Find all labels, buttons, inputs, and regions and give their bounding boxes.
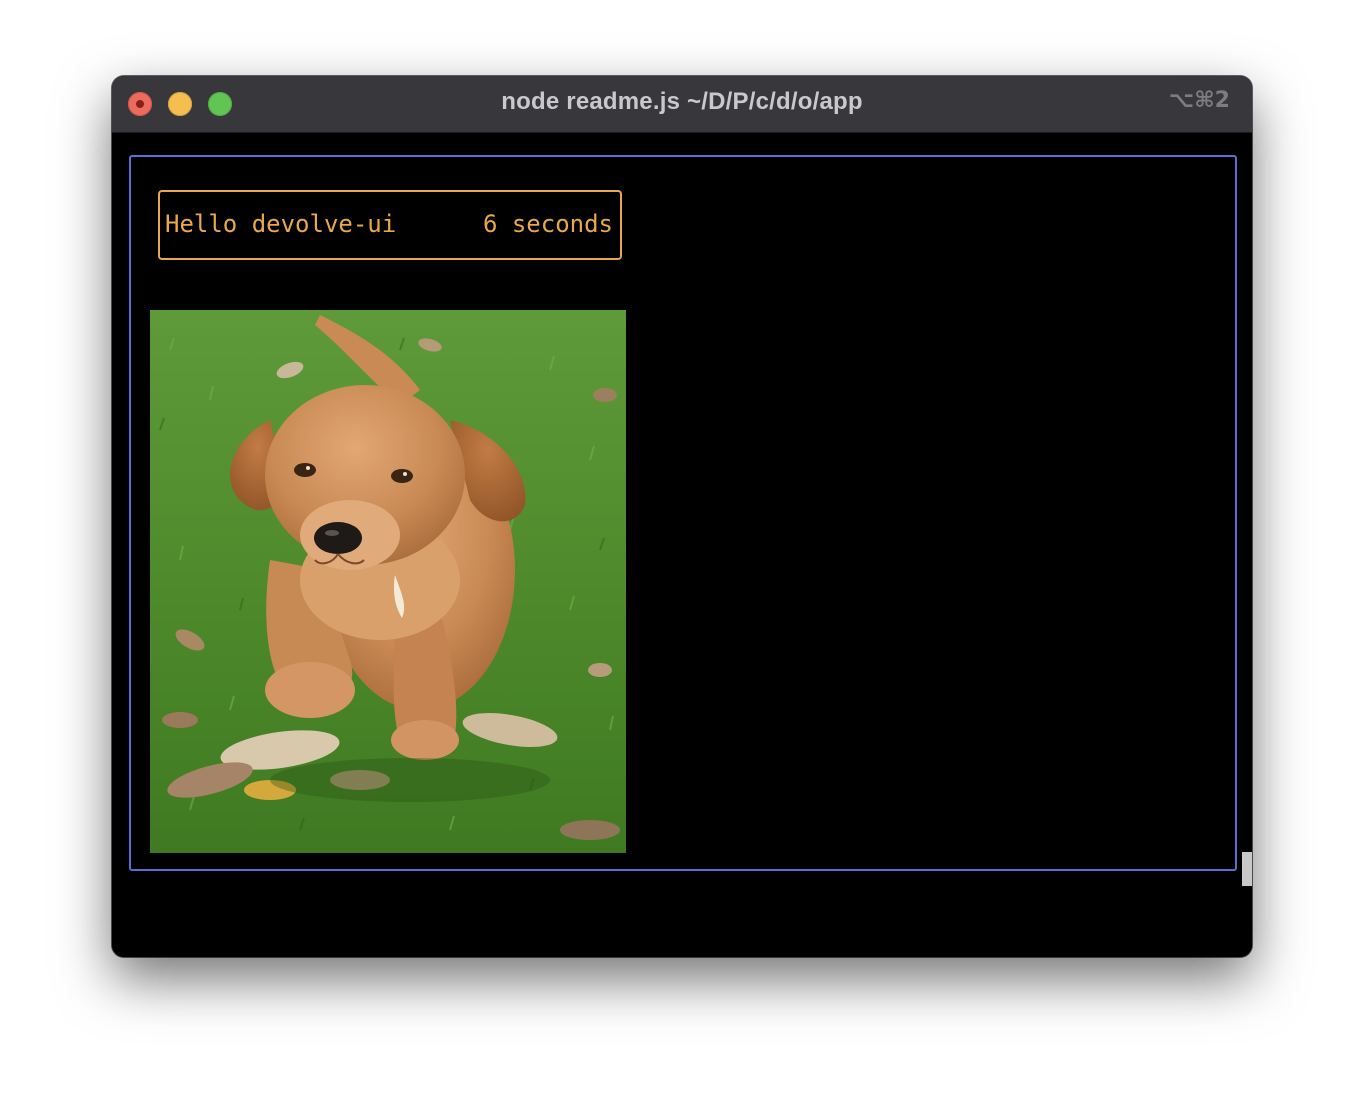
- terminal-content[interactable]: Hello devolve-ui 6 seconds: [112, 133, 1252, 957]
- terminal-window: node readme.js ~/D/P/c/d/o/app ⌥⌘2 Hello…: [112, 76, 1252, 957]
- header-box: Hello devolve-ui 6 seconds: [158, 190, 622, 260]
- app-root-box: Hello devolve-ui 6 seconds: [129, 155, 1237, 871]
- timer-text: 6 seconds: [482, 210, 613, 238]
- window-title: node readme.js ~/D/P/c/d/o/app: [501, 88, 863, 115]
- greeting-text: Hello devolve-ui: [165, 210, 397, 238]
- title-bar[interactable]: node readme.js ~/D/P/c/d/o/app ⌥⌘2: [112, 76, 1252, 133]
- scrollbar-thumb[interactable]: [1242, 852, 1252, 886]
- puppy-image: [150, 310, 626, 853]
- window-shortcut: ⌥⌘2: [1168, 88, 1230, 113]
